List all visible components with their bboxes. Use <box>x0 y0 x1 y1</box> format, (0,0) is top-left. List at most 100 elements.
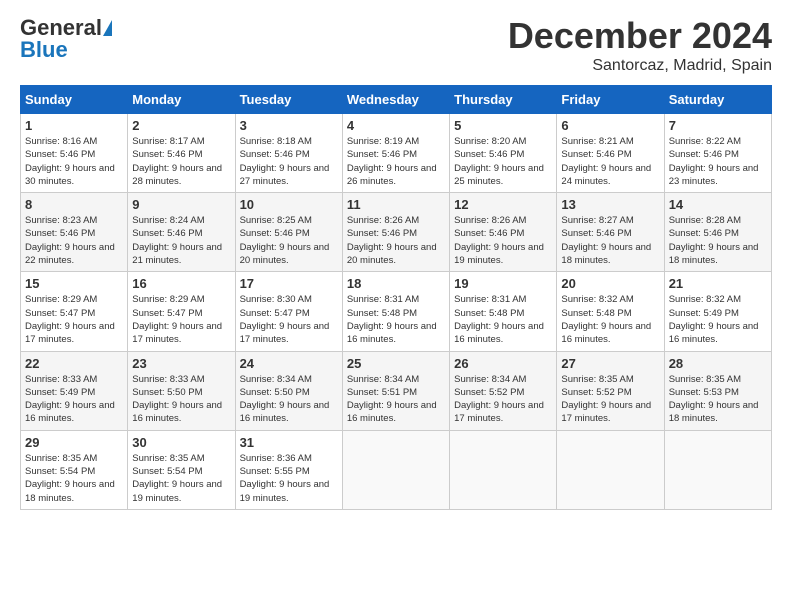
day-number: 10 <box>240 197 338 212</box>
calendar-week-3: 22 Sunrise: 8:33 AMSunset: 5:49 PMDayligh… <box>21 351 772 430</box>
cell-info: Sunrise: 8:27 AMSunset: 5:46 PMDaylight:… <box>561 215 651 266</box>
day-header-monday: Monday <box>128 86 235 114</box>
calendar-cell: 15Sunrise: 8:29 AMSunset: 5:47 PMDayligh… <box>21 272 128 351</box>
month-title: December 2024 <box>508 15 772 57</box>
day-number: 2 <box>132 118 230 133</box>
calendar-cell: 9Sunrise: 8:24 AMSunset: 5:46 PMDaylight… <box>128 193 235 272</box>
cell-info: Sunrise: 8:30 AMSunset: 5:47 PMDaylight:… <box>240 294 330 345</box>
header-row: SundayMondayTuesdayWednesdayThursdayFrid… <box>21 86 772 114</box>
day-number: 25 <box>347 356 445 371</box>
day-number: 6 <box>561 118 659 133</box>
calendar-cell: 10 Sunrise: 8:25 AMSunset: 5:46 PMDayligh… <box>235 193 342 272</box>
day-number: 12 <box>454 197 552 212</box>
day-number: 5 <box>454 118 552 133</box>
calendar-cell: 22 Sunrise: 8:33 AMSunset: 5:49 PMDayligh… <box>21 351 128 430</box>
day-number: 11 <box>347 197 445 212</box>
calendar-cell: 21 Sunrise: 8:32 AMSunset: 5:49 PMDayligh… <box>664 272 771 351</box>
cell-info: Sunrise: 8:34 AMSunset: 5:52 PMDaylight:… <box>454 374 544 425</box>
day-number: 21 <box>669 276 767 291</box>
day-number: 30 <box>132 435 230 450</box>
cell-info: Sunrise: 8:21 AMSunset: 5:46 PMDaylight:… <box>561 136 651 187</box>
cell-info: Sunrise: 8:17 AMSunset: 5:46 PMDaylight:… <box>132 136 222 187</box>
cell-info: Sunrise: 8:26 AMSunset: 5:46 PMDaylight:… <box>454 215 544 266</box>
calendar-cell: 31Sunrise: 8:36 AMSunset: 5:55 PMDayligh… <box>235 430 342 509</box>
cell-info: Sunrise: 8:26 AMSunset: 5:46 PMDaylight:… <box>347 215 437 266</box>
cell-info: Sunrise: 8:35 AMSunset: 5:54 PMDaylight:… <box>25 453 115 504</box>
calendar-week-2: 15Sunrise: 8:29 AMSunset: 5:47 PMDayligh… <box>21 272 772 351</box>
cell-info: Sunrise: 8:32 AMSunset: 5:48 PMDaylight:… <box>561 294 651 345</box>
calendar-cell: 29 Sunrise: 8:35 AMSunset: 5:54 PMDayligh… <box>21 430 128 509</box>
cell-info: Sunrise: 8:25 AMSunset: 5:46 PMDaylight:… <box>240 215 330 266</box>
cell-info: Sunrise: 8:19 AMSunset: 5:46 PMDaylight:… <box>347 136 437 187</box>
cell-info: Sunrise: 8:34 AMSunset: 5:50 PMDaylight:… <box>240 374 330 425</box>
calendar-cell: 30Sunrise: 8:35 AMSunset: 5:54 PMDayligh… <box>128 430 235 509</box>
calendar-cell: 5 Sunrise: 8:20 AMSunset: 5:46 PMDaylight… <box>450 114 557 193</box>
day-number: 8 <box>25 197 123 212</box>
calendar-week-0: 1 Sunrise: 8:16 AMSunset: 5:46 PMDaylight… <box>21 114 772 193</box>
calendar-cell: 14 Sunrise: 8:28 AMSunset: 5:46 PMDayligh… <box>664 193 771 272</box>
cell-info: Sunrise: 8:33 AMSunset: 5:50 PMDaylight:… <box>132 374 222 425</box>
day-number: 3 <box>240 118 338 133</box>
calendar-cell: 24Sunrise: 8:34 AMSunset: 5:50 PMDayligh… <box>235 351 342 430</box>
calendar-week-4: 29 Sunrise: 8:35 AMSunset: 5:54 PMDayligh… <box>21 430 772 509</box>
cell-info: Sunrise: 8:29 AMSunset: 5:47 PMDaylight:… <box>25 294 115 345</box>
cell-info: Sunrise: 8:33 AMSunset: 5:49 PMDaylight:… <box>25 374 115 425</box>
calendar-cell: 8 Sunrise: 8:23 AMSunset: 5:46 PMDaylight… <box>21 193 128 272</box>
day-number: 17 <box>240 276 338 291</box>
calendar-cell: 18 Sunrise: 8:31 AMSunset: 5:48 PMDayligh… <box>342 272 449 351</box>
calendar-cell: 25 Sunrise: 8:34 AMSunset: 5:51 PMDayligh… <box>342 351 449 430</box>
cell-info: Sunrise: 8:29 AMSunset: 5:47 PMDaylight:… <box>132 294 222 345</box>
day-header-sunday: Sunday <box>21 86 128 114</box>
day-header-tuesday: Tuesday <box>235 86 342 114</box>
calendar-cell: 2 Sunrise: 8:17 AMSunset: 5:46 PMDaylight… <box>128 114 235 193</box>
day-header-thursday: Thursday <box>450 86 557 114</box>
day-number: 9 <box>132 197 230 212</box>
cell-info: Sunrise: 8:18 AMSunset: 5:46 PMDaylight:… <box>240 136 330 187</box>
day-number: 7 <box>669 118 767 133</box>
calendar-cell: 17 Sunrise: 8:30 AMSunset: 5:47 PMDayligh… <box>235 272 342 351</box>
cell-info: Sunrise: 8:20 AMSunset: 5:46 PMDaylight:… <box>454 136 544 187</box>
day-header-saturday: Saturday <box>664 86 771 114</box>
cell-info: Sunrise: 8:31 AMSunset: 5:48 PMDaylight:… <box>454 294 544 345</box>
day-number: 26 <box>454 356 552 371</box>
day-number: 14 <box>669 197 767 212</box>
day-number: 18 <box>347 276 445 291</box>
calendar-cell: 3 Sunrise: 8:18 AMSunset: 5:46 PMDaylight… <box>235 114 342 193</box>
location-title: Santorcaz, Madrid, Spain <box>508 57 772 75</box>
cell-info: Sunrise: 8:34 AMSunset: 5:51 PMDaylight:… <box>347 374 437 425</box>
calendar-cell: 23 Sunrise: 8:33 AMSunset: 5:50 PMDayligh… <box>128 351 235 430</box>
calendar-cell: 13Sunrise: 8:27 AMSunset: 5:46 PMDayligh… <box>557 193 664 272</box>
header: General Blue December 2024 Santorcaz, Ma… <box>20 15 772 75</box>
day-number: 1 <box>25 118 123 133</box>
cell-info: Sunrise: 8:31 AMSunset: 5:48 PMDaylight:… <box>347 294 437 345</box>
cell-info: Sunrise: 8:23 AMSunset: 5:46 PMDaylight:… <box>25 215 115 266</box>
calendar-cell <box>557 430 664 509</box>
calendar-week-1: 8 Sunrise: 8:23 AMSunset: 5:46 PMDaylight… <box>21 193 772 272</box>
calendar-cell <box>664 430 771 509</box>
calendar-cell <box>342 430 449 509</box>
calendar-cell: 16 Sunrise: 8:29 AMSunset: 5:47 PMDayligh… <box>128 272 235 351</box>
calendar-cell: 11 Sunrise: 8:26 AMSunset: 5:46 PMDayligh… <box>342 193 449 272</box>
cell-info: Sunrise: 8:28 AMSunset: 5:46 PMDaylight:… <box>669 215 759 266</box>
calendar-cell: 4Sunrise: 8:19 AMSunset: 5:46 PMDaylight… <box>342 114 449 193</box>
calendar-cell: 19Sunrise: 8:31 AMSunset: 5:48 PMDayligh… <box>450 272 557 351</box>
cell-info: Sunrise: 8:22 AMSunset: 5:46 PMDaylight:… <box>669 136 759 187</box>
day-number: 16 <box>132 276 230 291</box>
day-number: 22 <box>25 356 123 371</box>
calendar-cell: 1 Sunrise: 8:16 AMSunset: 5:46 PMDaylight… <box>21 114 128 193</box>
cell-info: Sunrise: 8:32 AMSunset: 5:49 PMDaylight:… <box>669 294 759 345</box>
day-header-friday: Friday <box>557 86 664 114</box>
calendar-cell: 20Sunrise: 8:32 AMSunset: 5:48 PMDayligh… <box>557 272 664 351</box>
calendar-cell: 27Sunrise: 8:35 AMSunset: 5:52 PMDayligh… <box>557 351 664 430</box>
calendar-table: SundayMondayTuesdayWednesdayThursdayFrid… <box>20 85 772 510</box>
calendar-cell <box>450 430 557 509</box>
logo-blue: Blue <box>20 37 68 63</box>
title-section: December 2024 Santorcaz, Madrid, Spain <box>508 15 772 75</box>
day-number: 28 <box>669 356 767 371</box>
day-number: 29 <box>25 435 123 450</box>
calendar-cell: 28Sunrise: 8:35 AMSunset: 5:53 PMDayligh… <box>664 351 771 430</box>
day-number: 23 <box>132 356 230 371</box>
calendar-cell: 12 Sunrise: 8:26 AMSunset: 5:46 PMDayligh… <box>450 193 557 272</box>
cell-info: Sunrise: 8:16 AMSunset: 5:46 PMDaylight:… <box>25 136 115 187</box>
day-number: 31 <box>240 435 338 450</box>
